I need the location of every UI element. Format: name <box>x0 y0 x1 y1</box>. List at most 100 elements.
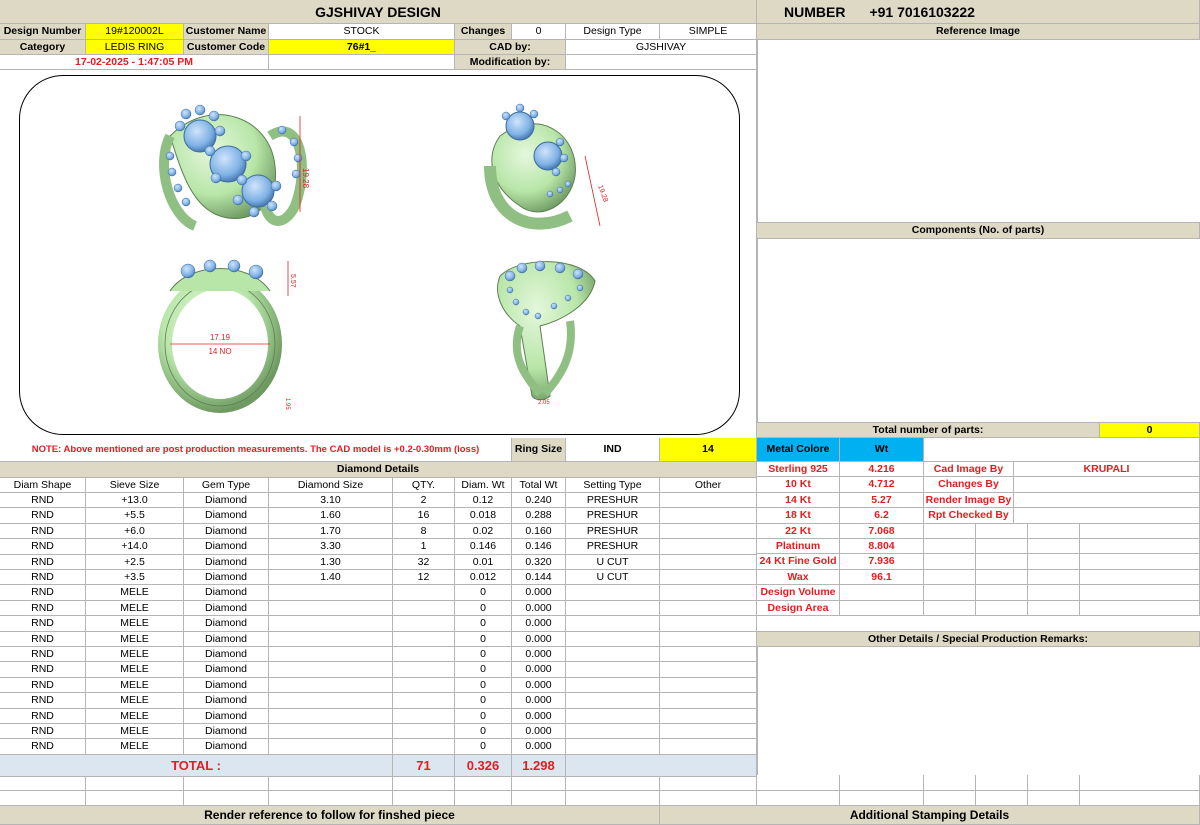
cell-sieve-size[interactable]: +14.0 <box>86 539 184 555</box>
metal-wt[interactable] <box>840 585 924 601</box>
cell-sieve-size[interactable]: MELE <box>86 693 184 709</box>
credit-value[interactable]: KRUPALI <box>1014 462 1200 478</box>
cell-sieve-size[interactable]: MELE <box>86 724 184 740</box>
cell-gem-type[interactable]: Diamond <box>184 523 269 540</box>
cell-sieve-size[interactable]: MELE <box>86 616 184 632</box>
cell-total-wt[interactable]: 0.000 <box>512 677 566 694</box>
cell-diamond-size[interactable] <box>269 739 393 755</box>
cell-gem-type[interactable]: Diamond <box>184 493 269 509</box>
cell-diam-shape[interactable]: RND <box>0 600 86 617</box>
cell-total-wt[interactable]: 0.320 <box>512 554 566 570</box>
cell-sieve-size[interactable]: +3.5 <box>86 570 184 586</box>
cell-setting-type[interactable] <box>566 616 660 632</box>
cell-diam-wt[interactable]: 0.12 <box>455 493 512 509</box>
cell-total-wt[interactable]: 0.288 <box>512 508 566 524</box>
cell-diam-wt[interactable]: 0 <box>455 662 512 678</box>
cell-diamond-size[interactable]: 1.70 <box>269 523 393 540</box>
cell-other[interactable] <box>660 739 757 755</box>
cell-diamond-size[interactable]: 1.40 <box>269 570 393 586</box>
cell-total-wt[interactable]: 0.160 <box>512 523 566 540</box>
cell-qty[interactable] <box>393 693 455 709</box>
cell-diamond-size[interactable] <box>269 693 393 709</box>
cell-sieve-size[interactable]: MELE <box>86 662 184 678</box>
cell-diam-wt[interactable]: 0.012 <box>455 570 512 586</box>
cell-sieve-size[interactable]: MELE <box>86 677 184 694</box>
cell-sieve-size[interactable]: MELE <box>86 585 184 601</box>
cell-total-wt[interactable]: 0.000 <box>512 662 566 678</box>
cell-sieve-size[interactable]: MELE <box>86 647 184 663</box>
cell-other[interactable] <box>660 523 757 540</box>
cell-diamond-size[interactable] <box>269 647 393 663</box>
cad-by-value[interactable]: GJSHIVAY <box>566 40 757 55</box>
cell-other[interactable] <box>660 508 757 524</box>
cell-diam-shape[interactable]: RND <box>0 631 86 647</box>
cell-qty[interactable]: 8 <box>393 523 455 540</box>
cell-gem-type[interactable]: Diamond <box>184 677 269 694</box>
cell-diam-wt[interactable]: 0 <box>455 708 512 724</box>
credit-value[interactable] <box>1014 477 1200 493</box>
cell-diamond-size[interactable]: 3.10 <box>269 493 393 509</box>
cell-gem-type[interactable]: Diamond <box>184 600 269 617</box>
cell-diamond-size[interactable] <box>269 662 393 678</box>
metal-wt[interactable] <box>840 600 924 616</box>
cell-other[interactable] <box>660 600 757 617</box>
cell-total-wt[interactable]: 0.000 <box>512 600 566 617</box>
metal-wt[interactable]: 96.1 <box>840 569 924 586</box>
cell-sieve-size[interactable]: MELE <box>86 708 184 724</box>
cell-other[interactable] <box>660 493 757 509</box>
cell-diamond-size[interactable]: 3.30 <box>269 539 393 555</box>
cell-diam-wt[interactable]: 0 <box>455 677 512 694</box>
metal-wt[interactable]: 4.712 <box>840 477 924 493</box>
cell-total-wt[interactable]: 0.000 <box>512 585 566 601</box>
cell-setting-type[interactable]: U CUT <box>566 570 660 586</box>
cell-diamond-size[interactable] <box>269 600 393 617</box>
cell-qty[interactable]: 16 <box>393 508 455 524</box>
cell-other[interactable] <box>660 693 757 709</box>
cell-setting-type[interactable] <box>566 693 660 709</box>
cell-other[interactable] <box>660 585 757 601</box>
cell-sieve-size[interactable]: +5.5 <box>86 508 184 524</box>
metal-wt[interactable]: 7.936 <box>840 554 924 570</box>
cell-gem-type[interactable]: Diamond <box>184 570 269 586</box>
changes-value[interactable]: 0 <box>512 24 566 40</box>
cell-qty[interactable]: 32 <box>393 554 455 570</box>
customer-name-value[interactable]: STOCK <box>269 24 455 40</box>
cell-other[interactable] <box>660 724 757 740</box>
cell-diam-wt[interactable]: 0 <box>455 693 512 709</box>
metal-wt[interactable]: 5.27 <box>840 492 924 509</box>
cell-total-wt[interactable]: 0.000 <box>512 724 566 740</box>
cell-other[interactable] <box>660 631 757 647</box>
credit-value[interactable] <box>1014 492 1200 509</box>
cell-setting-type[interactable] <box>566 708 660 724</box>
cell-total-wt[interactable]: 0.000 <box>512 693 566 709</box>
cell-setting-type[interactable] <box>566 631 660 647</box>
cell-diam-shape[interactable]: RND <box>0 585 86 601</box>
cell-diam-wt[interactable]: 0 <box>455 600 512 617</box>
category-value[interactable]: LEDIS RING <box>86 40 184 55</box>
cell-diam-wt[interactable]: 0.01 <box>455 554 512 570</box>
cell-qty[interactable] <box>393 662 455 678</box>
cell-other[interactable] <box>660 677 757 694</box>
cell-diam-wt[interactable]: 0.02 <box>455 523 512 540</box>
cell-setting-type[interactable] <box>566 677 660 694</box>
cell-setting-type[interactable] <box>566 647 660 663</box>
cell-diamond-size[interactable]: 1.60 <box>269 508 393 524</box>
cell-setting-type[interactable]: PRESHUR <box>566 493 660 509</box>
cell-diam-shape[interactable]: RND <box>0 739 86 755</box>
cell-setting-type[interactable] <box>566 724 660 740</box>
cell-setting-type[interactable] <box>566 662 660 678</box>
cell-total-wt[interactable]: 0.240 <box>512 493 566 509</box>
design-number-value[interactable]: 19#120002L <box>86 24 184 40</box>
cell-diam-wt[interactable]: 0 <box>455 647 512 663</box>
cell-diamond-size[interactable] <box>269 631 393 647</box>
cell-qty[interactable]: 1 <box>393 539 455 555</box>
customer-code-value[interactable]: 76#1_ <box>269 40 455 55</box>
modification-value[interactable] <box>566 55 757 70</box>
cell-sieve-size[interactable]: +6.0 <box>86 523 184 540</box>
cell-total-wt[interactable]: 0.000 <box>512 708 566 724</box>
cell-diam-wt[interactable]: 0 <box>455 631 512 647</box>
cell-total-wt[interactable]: 0.000 <box>512 647 566 663</box>
cell-diamond-size[interactable] <box>269 616 393 632</box>
cell-other[interactable] <box>660 554 757 570</box>
cell-diamond-size[interactable] <box>269 585 393 601</box>
